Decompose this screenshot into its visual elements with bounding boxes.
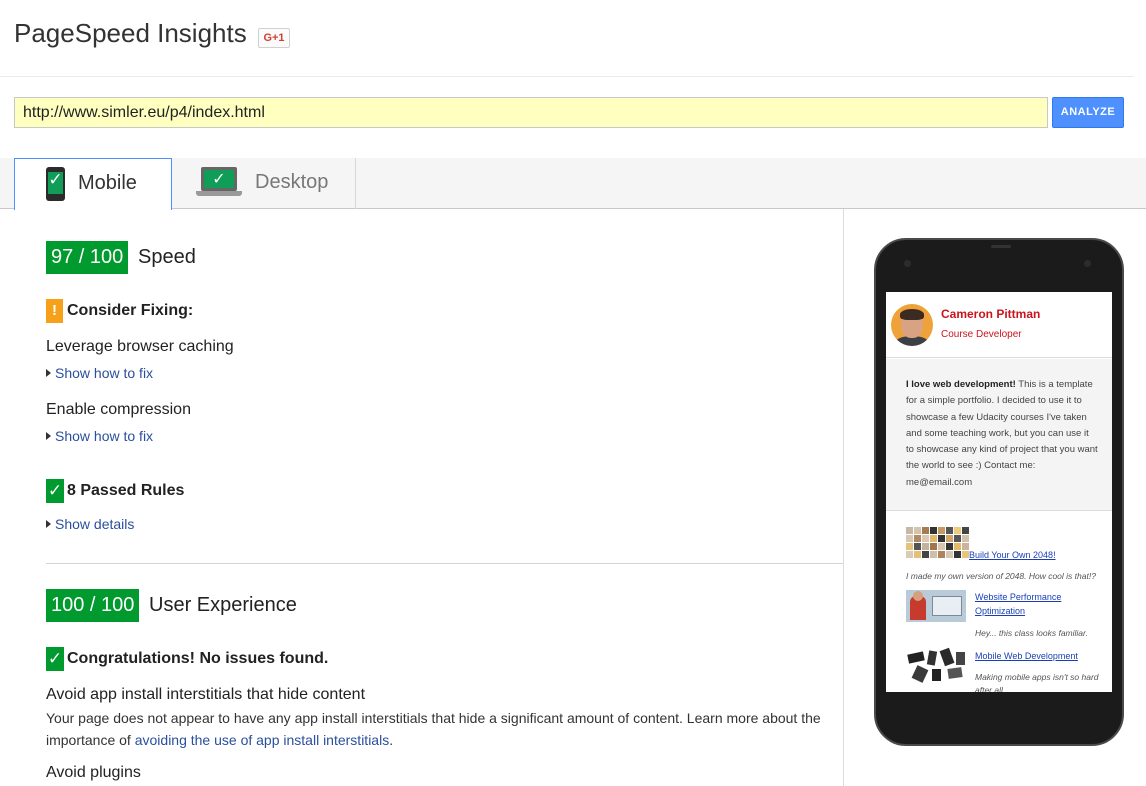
preview-role: Course Developer: [941, 329, 1022, 340]
expand-triangle-icon: [46, 520, 51, 529]
check-icon: ✓: [46, 647, 64, 671]
project-link-mobile[interactable]: Mobile Web Development: [975, 649, 1078, 663]
project-thumbnail-2048: [906, 527, 969, 559]
tab-mobile-label: Mobile: [78, 172, 137, 194]
device-camera-icon: [904, 260, 911, 267]
project-link-performance[interactable]: Website Performance Optimization: [975, 590, 1085, 618]
rule-description: Your page does not appear to have any ap…: [46, 710, 821, 748]
expand-triangle-icon: [46, 432, 51, 441]
device-sensor-icon: [1084, 260, 1091, 267]
ux-score-badge: 100 / 100: [46, 589, 140, 622]
tab-desktop-label: Desktop: [255, 171, 329, 193]
rule-app-interstitials: Avoid app install interstitials that hid…: [46, 686, 366, 703]
show-details-link[interactable]: Show details: [46, 516, 134, 532]
passed-rules-heading: 8 Passed Rules: [67, 482, 185, 499]
preview-bio: I love web development! This is a templa…: [886, 359, 1112, 511]
ux-section-title: User Experience: [149, 594, 297, 616]
show-how-to-fix-link[interactable]: Show how to fix: [46, 428, 153, 444]
laptop-icon: ✓: [196, 167, 242, 197]
preview-bio-text: I love web development! This is a templa…: [906, 379, 1098, 488]
project-caption: Hey... this class looks familiar.: [975, 628, 1088, 638]
preview-name: Cameron Pittman: [941, 307, 1041, 321]
project-caption: Making mobile apps isn't so hard after a…: [975, 672, 1099, 692]
section-divider: [46, 563, 843, 564]
tab-mobile[interactable]: ✓ Mobile: [14, 158, 172, 210]
consider-fixing-heading: Consider Fixing:: [67, 302, 194, 319]
project-thumbnail-mobile: [906, 647, 966, 683]
device-speaker: [991, 245, 1011, 248]
project-caption: I made my own version of 2048. How cool …: [906, 571, 1096, 581]
google-plus-button[interactable]: G+1: [258, 28, 290, 48]
rule-enable-compression: Enable compression: [46, 401, 191, 418]
mobile-preview-device: Cameron Pittman Course Developer I love …: [874, 238, 1124, 746]
warning-icon: !: [46, 299, 63, 323]
check-icon: ✓: [46, 479, 64, 503]
url-input[interactable]: [14, 97, 1048, 128]
project-thumbnail-performance: [906, 590, 966, 622]
show-how-to-fix-link[interactable]: Show how to fix: [46, 365, 153, 381]
phone-icon: ✓: [46, 167, 65, 201]
avatar: [891, 304, 933, 346]
speed-section-title: Speed: [138, 246, 196, 268]
expand-triangle-icon: [46, 369, 51, 378]
interstitials-link[interactable]: avoiding the use of app install intersti…: [135, 732, 389, 748]
device-tabs: ✓ Mobile ✓ Desktop: [0, 158, 1146, 210]
analyze-button[interactable]: ANALYZE: [1052, 97, 1124, 128]
rule-avoid-plugins: Avoid plugins: [46, 764, 141, 781]
congrats-heading: Congratulations! No issues found.: [67, 650, 329, 667]
rule-browser-caching: Leverage browser caching: [46, 338, 234, 355]
tab-desktop[interactable]: ✓ Desktop: [172, 158, 356, 209]
preview-header: Cameron Pittman Course Developer: [886, 292, 1112, 358]
project-link-2048[interactable]: Build Your Own 2048!: [969, 548, 1056, 562]
column-divider: [843, 209, 844, 786]
speed-score-badge: 97 / 100: [46, 241, 129, 274]
header: PageSpeed Insights G+1: [0, 0, 1146, 77]
page-title: PageSpeed Insights: [14, 18, 247, 48]
header-divider: [0, 76, 1134, 77]
preview-screen: Cameron Pittman Course Developer I love …: [886, 292, 1112, 692]
